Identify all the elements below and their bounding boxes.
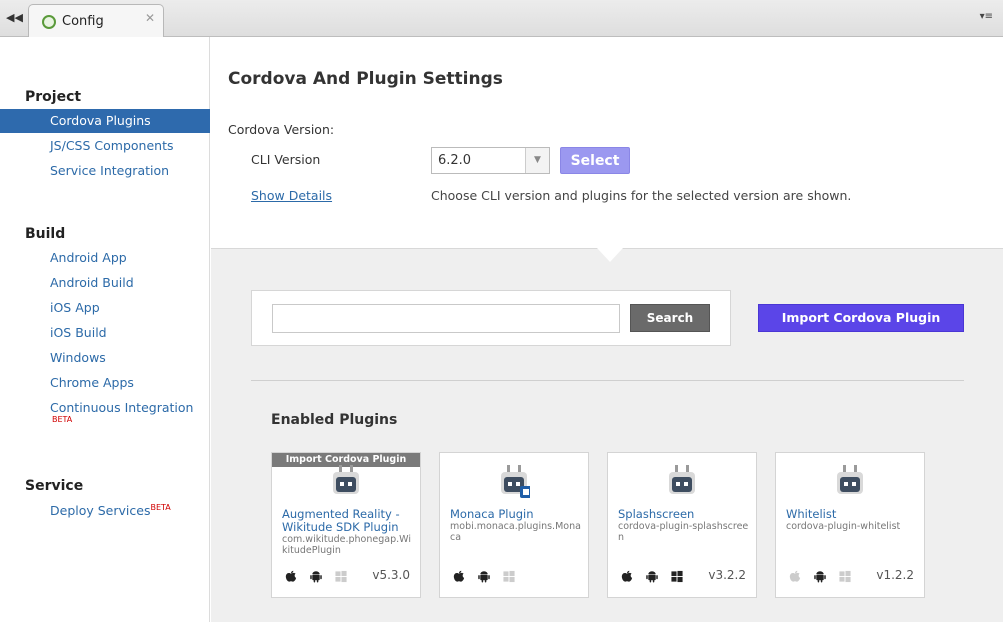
plugin-name[interactable]: Whitelist	[786, 508, 918, 521]
android-icon	[646, 571, 658, 583]
plugin-version: v5.3.0	[372, 568, 410, 582]
cli-version-label: CLI Version	[251, 152, 321, 167]
tab-config[interactable]: Config ✕	[28, 4, 164, 38]
sidebar-item-android-build[interactable]: Android Build	[0, 271, 210, 295]
plugin-id: cordova-plugin-splashscreen	[618, 521, 749, 543]
tab-list-menu-icon[interactable]: ▾≡	[980, 11, 993, 22]
sidebar-item-cordova-plugins[interactable]: Cordova Plugins	[0, 109, 210, 133]
tab-bar: ◀◀ Config ✕ ▾≡	[0, 0, 1003, 38]
sidebar-section-title: Project	[25, 89, 82, 105]
plugin-icon	[333, 465, 359, 494]
platform-icons	[620, 569, 691, 583]
sidebar-item-ios-build[interactable]: iOS Build	[0, 321, 210, 345]
windows-icon	[839, 570, 851, 583]
search-input[interactable]	[272, 304, 620, 333]
sidebar-item-label: Service Integration	[50, 163, 170, 178]
panel-notch	[597, 248, 623, 262]
sidebar-item-js-css-components[interactable]: JS/CSS Components	[0, 134, 210, 158]
plugin-icon	[669, 465, 695, 494]
windows-icon	[671, 570, 683, 583]
cli-version-value: 6.2.0	[438, 153, 472, 168]
plugin-card-whitelist[interactable]: Whitelist cordova-plugin-whitelist v1.2.…	[775, 452, 925, 598]
sidebar: Project Cordova Plugins JS/CSS Component…	[0, 37, 210, 622]
sidebar-item-android-app[interactable]: Android App	[0, 246, 210, 270]
android-icon	[478, 571, 490, 583]
windows-icon	[503, 570, 515, 583]
plugin-name[interactable]: Splashscreen	[618, 508, 750, 521]
plugin-version: v3.2.2	[708, 568, 746, 582]
divider	[251, 380, 964, 381]
cli-version-select[interactable]: 6.2.0 ▼	[431, 147, 550, 174]
android-icon	[310, 571, 322, 583]
plugin-id: mobi.monaca.plugins.Monaca	[450, 521, 581, 543]
platform-icons	[452, 569, 523, 583]
sidebar-item-service-integration[interactable]: Service Integration	[0, 159, 210, 183]
sidebar-item-label: Continuous Integration	[50, 400, 194, 415]
apple-icon	[621, 570, 633, 582]
show-details-link[interactable]: Show Details	[251, 188, 332, 203]
sidebar-item-label: iOS App	[50, 300, 100, 315]
sidebar-item-label: Chrome Apps	[50, 375, 134, 390]
plugin-card-wikitude[interactable]: Import Cordova Plugin Augmented Reality …	[271, 452, 421, 598]
platform-icons	[788, 569, 859, 583]
plugin-id: com.wikitude.phonegap.WikitudePlugin	[282, 534, 411, 556]
enabled-plugins-title: Enabled Plugins	[271, 412, 398, 428]
plugin-name[interactable]: Augmented Reality - Wikitude SDK Plugin	[282, 508, 414, 534]
cordova-version-label: Cordova Version:	[228, 122, 335, 137]
main-content: Cordova And Plugin Settings Cordova Vers…	[211, 37, 1003, 622]
plugin-icon	[837, 465, 863, 494]
sidebar-item-label: iOS Build	[50, 325, 107, 340]
plugin-card-monaca[interactable]: Monaca Plugin mobi.monaca.plugins.Monaca	[439, 452, 589, 598]
sidebar-item-label: JS/CSS Components	[50, 138, 174, 153]
tab-scroll-left-icon[interactable]: ◀◀	[6, 11, 23, 24]
select-button[interactable]: Select	[560, 147, 630, 174]
sidebar-item-ios-app[interactable]: iOS App	[0, 296, 210, 320]
plugin-card-splashscreen[interactable]: Splashscreen cordova-plugin-splashscreen…	[607, 452, 757, 598]
import-cordova-plugin-button[interactable]: Import Cordova Plugin	[758, 304, 964, 332]
tab-label: Config	[62, 14, 104, 29]
close-icon[interactable]: ✕	[145, 11, 155, 25]
sidebar-item-label: Windows	[50, 350, 106, 365]
plugin-name[interactable]: Monaca Plugin	[450, 508, 582, 521]
platform-icons	[284, 569, 355, 583]
sidebar-item-label: Deploy Services	[50, 503, 151, 518]
sidebar-item-label: Android App	[50, 250, 127, 265]
windows-icon	[335, 570, 347, 583]
beta-badge: BETA	[52, 415, 73, 424]
sidebar-item-chrome-apps[interactable]: Chrome Apps	[0, 371, 210, 395]
plugin-icon	[501, 465, 530, 498]
sidebar-section-title: Build	[25, 226, 66, 242]
config-file-icon	[42, 15, 56, 29]
apple-icon	[453, 570, 465, 582]
sidebar-item-continuous-integration[interactable]: Continuous Integration	[0, 396, 210, 420]
plugin-version: v1.2.2	[876, 568, 914, 582]
apple-icon	[285, 570, 297, 582]
settings-panel: Cordova And Plugin Settings Cordova Vers…	[211, 37, 1003, 249]
page-title: Cordova And Plugin Settings	[228, 69, 503, 89]
sidebar-item-windows[interactable]: Windows	[0, 346, 210, 370]
search-button[interactable]: Search	[630, 304, 710, 332]
chevron-down-icon[interactable]: ▼	[525, 148, 549, 173]
sidebar-section-title: Service	[25, 478, 84, 494]
cli-help-text: Choose CLI version and plugins for the s…	[431, 188, 852, 203]
plugin-id: cordova-plugin-whitelist	[786, 521, 901, 532]
beta-badge: BETA	[150, 503, 171, 512]
sidebar-item-label: Cordova Plugins	[50, 113, 151, 128]
sidebar-item-label: Android Build	[50, 275, 134, 290]
apple-icon	[789, 570, 801, 582]
search-panel: Search	[251, 290, 731, 346]
sidebar-item-deploy-services[interactable]: Deploy ServicesBETA	[0, 499, 210, 523]
android-icon	[814, 571, 826, 583]
